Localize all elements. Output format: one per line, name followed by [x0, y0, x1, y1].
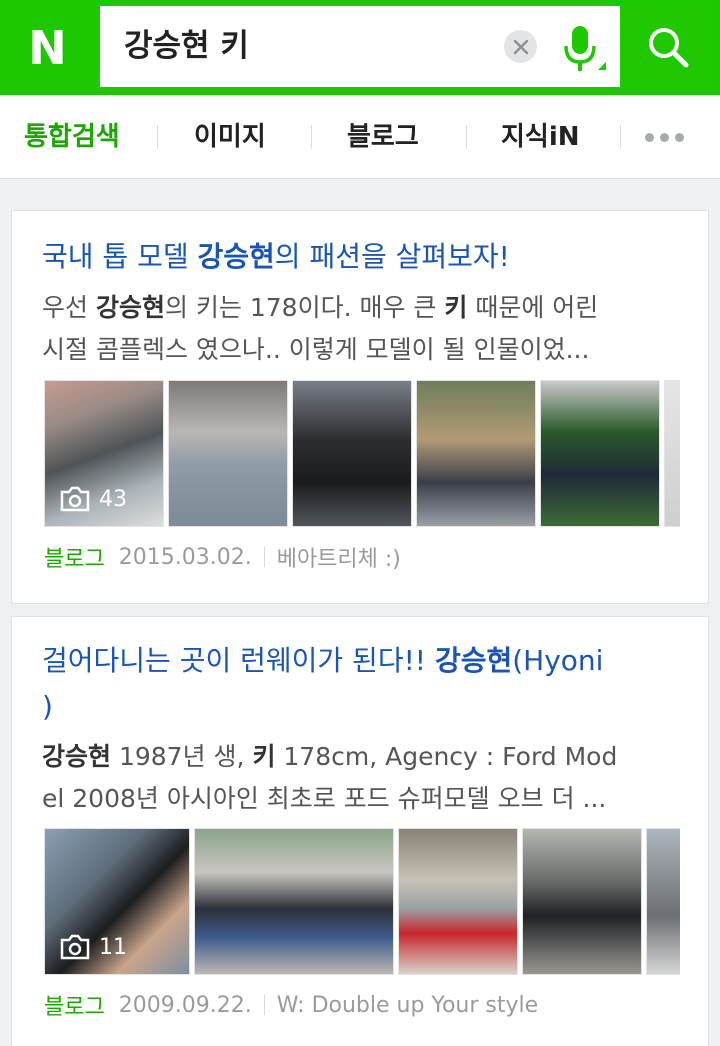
thumbnail-image[interactable] — [664, 380, 680, 527]
result-meta: 블로그 2009.09.22. W: Double up Your style — [44, 989, 538, 1021]
microphone-icon[interactable] — [556, 20, 606, 76]
naver-logo[interactable]: N — [0, 0, 95, 95]
thumbnail-image[interactable] — [522, 828, 642, 975]
tab-divider — [466, 125, 467, 149]
thumbnail-image[interactable] — [416, 380, 536, 527]
desc-highlight: 키 — [252, 742, 276, 771]
tab-divider — [311, 125, 312, 149]
tab-divider — [620, 125, 621, 149]
camera-icon — [60, 934, 90, 960]
result-title-line2[interactable]: ) — [42, 685, 53, 729]
search-input[interactable]: 강승현 키 — [100, 6, 620, 87]
meta-divider — [263, 547, 265, 567]
thumbnail-image[interactable] — [540, 380, 660, 527]
result-description-line2: el 2008년 아시아인 최초로 포드 슈퍼모델 오브 더 ... — [42, 784, 607, 813]
thumbnail-image[interactable]: 43 — [44, 380, 164, 527]
photo-count: 11 — [99, 934, 127, 960]
desc-highlight: 키 — [444, 293, 468, 322]
tab-all[interactable]: 통합검색 — [24, 95, 120, 179]
search-header: N 강승현 키 — [0, 0, 720, 95]
blog-author[interactable]: 베아트리체 :) — [277, 541, 401, 573]
title-text: 의 패션을 살펴보자! — [274, 240, 510, 273]
thumbnail-strip[interactable]: 11 — [44, 828, 680, 975]
result-description: 우선 강승현의 키는 178이다. 매우 큰 키 때문에 어린 — [42, 287, 598, 329]
result-card: 국내 톱 모델 강승현의 패션을 살펴보자! 우선 강승현의 키는 178이다.… — [11, 210, 709, 604]
source-label[interactable]: 블로그 — [44, 541, 105, 573]
tab-divider — [157, 125, 158, 149]
post-date: 2015.03.02. — [118, 544, 252, 570]
result-title-link[interactable]: 국내 톱 모델 강승현의 패션을 살펴보자! — [42, 235, 510, 279]
magnifier-icon — [649, 27, 689, 67]
result-description-line2: 시절 콤플렉스 였으나.. 이렇게 모델이 될 인물이었... — [42, 335, 590, 364]
blog-author[interactable]: W: Double up Your style — [277, 993, 538, 1018]
source-label[interactable]: 블로그 — [44, 989, 105, 1021]
result-card: 걸어다니는 곳이 런웨이가 된다!! 강승현(Hyoni ) 강승현 1987년… — [11, 616, 709, 1046]
title-text: 걸어다니는 곳이 런웨이가 된다!! — [42, 644, 435, 677]
result-meta: 블로그 2015.03.02. 베아트리체 :) — [44, 541, 401, 573]
photo-count: 43 — [99, 486, 127, 512]
clear-icon[interactable] — [504, 30, 537, 63]
thumbnail-image[interactable] — [292, 380, 412, 527]
thumbnail-image[interactable] — [398, 828, 518, 975]
thumbnail-image[interactable] — [194, 828, 394, 975]
title-highlight: 강승현 — [197, 240, 275, 273]
thumbnail-strip[interactable]: 43 — [44, 380, 680, 527]
thumbnail-image[interactable] — [168, 380, 288, 527]
logo-letter: N — [28, 20, 67, 75]
thumbnail-image[interactable]: 11 — [44, 828, 190, 975]
more-dots-icon[interactable] — [645, 95, 684, 179]
photo-count-badge: 43 — [59, 486, 127, 512]
tab-images[interactable]: 이미지 — [194, 95, 266, 179]
search-tabs: 통합검색 이미지 블로그 지식iN — [0, 95, 720, 179]
desc-highlight: 강승현 — [42, 742, 112, 771]
meta-divider — [263, 995, 265, 1015]
desc-text: 때문에 어린 — [467, 293, 599, 322]
desc-text: 178cm, Agency : Ford Mod — [275, 742, 618, 771]
desc-text: 1987년 생, — [111, 742, 253, 771]
camera-icon — [60, 486, 90, 512]
desc-text: 의 키는 178이다. 매우 큰 — [164, 293, 445, 322]
post-date: 2009.09.22. — [118, 992, 252, 1018]
tab-kin[interactable]: 지식iN — [501, 95, 580, 179]
tab-blog[interactable]: 블로그 — [347, 95, 419, 179]
title-text: 국내 톱 모델 — [42, 240, 198, 273]
search-button[interactable] — [624, 6, 712, 87]
title-highlight: 강승현 — [434, 644, 513, 677]
desc-text: 우선 — [42, 293, 96, 322]
thumbnail-image[interactable] — [646, 828, 680, 975]
desc-highlight: 강승현 — [95, 293, 165, 322]
photo-count-badge: 11 — [59, 934, 127, 960]
search-query-text[interactable]: 강승현 키 — [124, 6, 249, 87]
result-description: 강승현 1987년 생, 키 178cm, Agency : Ford Mod — [42, 736, 617, 778]
title-text: (Hyoni — [512, 644, 604, 677]
result-title-link[interactable]: 걸어다니는 곳이 런웨이가 된다!! 강승현(Hyoni — [42, 639, 603, 683]
